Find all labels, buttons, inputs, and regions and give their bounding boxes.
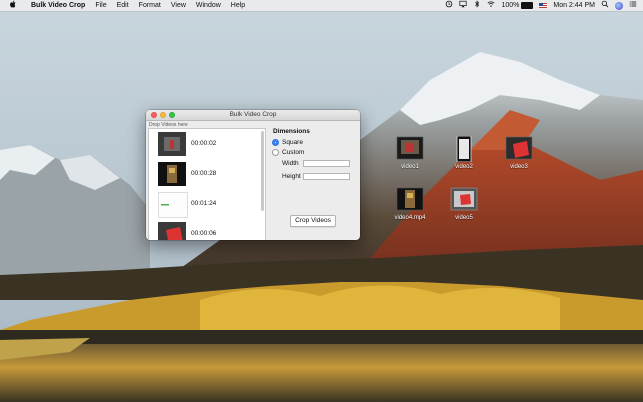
wifi-icon[interactable] xyxy=(487,0,495,12)
file-name: video3 xyxy=(510,164,528,170)
desktop-file-video3[interactable]: video3 xyxy=(497,136,541,170)
video-list-scrollbar[interactable] xyxy=(261,131,264,211)
width-label: Width xyxy=(282,160,299,167)
video-duration: 00:00:28 xyxy=(191,170,217,177)
menu-format[interactable]: Format xyxy=(139,0,161,11)
video-thumbnail xyxy=(158,222,186,240)
desktop-file-video1[interactable]: video1 xyxy=(388,136,432,170)
window-title: Bulk Video Crop xyxy=(229,111,277,118)
desktop-file-video4[interactable]: video4.mp4 xyxy=(388,187,432,221)
file-name: video2 xyxy=(455,164,473,170)
video-list-item[interactable]: 00:00:02 xyxy=(149,129,259,159)
video-thumbnail xyxy=(158,132,186,156)
video-duration: 00:01:24 xyxy=(191,200,217,207)
file-name: video5 xyxy=(455,215,473,221)
video-list-item[interactable]: 00:01:24 xyxy=(149,189,259,219)
siri-icon[interactable] xyxy=(615,1,623,10)
width-field[interactable] xyxy=(303,160,350,167)
menu-help[interactable]: Help xyxy=(231,0,245,11)
video-file-icon xyxy=(396,136,424,162)
airplay-icon[interactable] xyxy=(459,0,468,12)
video-duration: 00:00:06 xyxy=(191,230,217,237)
apple-icon[interactable] xyxy=(8,0,17,11)
desktop-file-video2[interactable]: video2 xyxy=(442,135,486,170)
window-titlebar[interactable]: Bulk Video Crop xyxy=(146,110,360,121)
battery-icon xyxy=(521,2,534,9)
spotlight-search-icon[interactable] xyxy=(601,0,609,12)
battery-percent: 100% xyxy=(501,2,520,9)
file-name: video1 xyxy=(401,164,419,170)
menu-file[interactable]: File xyxy=(95,0,106,11)
video-drop-list[interactable]: 00:00:02 00:00:28 00:01:24 00:00:06 xyxy=(148,128,266,240)
video-list-item[interactable]: 00:00:06 xyxy=(149,219,259,240)
bluetooth-icon[interactable] xyxy=(473,0,481,12)
battery-indicator[interactable]: 100% xyxy=(501,0,534,11)
menu-bar: Bulk Video Crop File Edit Format View Wi… xyxy=(0,0,643,11)
video-thumbnail xyxy=(158,162,186,186)
crop-videos-button[interactable]: Crop Videos xyxy=(290,215,336,227)
file-name: video4.mp4 xyxy=(394,215,426,221)
video-file-icon xyxy=(450,135,478,163)
video-file-icon xyxy=(396,187,424,213)
desktop-file-video5[interactable]: video5 xyxy=(442,187,486,221)
video-file-icon xyxy=(450,187,478,213)
clock[interactable]: Mon 2:44 PM xyxy=(553,0,595,11)
square-radio[interactable] xyxy=(272,139,279,146)
status-area: 100% Mon 2:44 PM xyxy=(439,0,637,11)
bulk-video-crop-window: Bulk Video Crop Drop Videos here 00:00:0… xyxy=(146,110,360,240)
video-thumbnail xyxy=(158,192,188,218)
menu-app[interactable]: Bulk Video Crop xyxy=(31,0,85,11)
height-label: Height xyxy=(282,173,301,180)
video-duration: 00:00:02 xyxy=(191,140,217,147)
input-source-flag-icon[interactable] xyxy=(539,3,548,8)
video-file-icon xyxy=(505,136,533,162)
dimensions-heading: Dimensions xyxy=(273,128,310,135)
menu-view[interactable]: View xyxy=(171,0,186,11)
menu-window[interactable]: Window xyxy=(196,0,221,11)
square-label: Square xyxy=(282,139,303,146)
square-radio-row[interactable]: Square xyxy=(272,139,303,146)
custom-radio[interactable] xyxy=(272,149,279,156)
notification-center-icon[interactable] xyxy=(629,0,637,12)
time-machine-icon[interactable] xyxy=(445,0,453,12)
video-list-item[interactable]: 00:00:28 xyxy=(149,159,259,189)
custom-label: Custom xyxy=(282,149,305,156)
menu-edit[interactable]: Edit xyxy=(117,0,129,11)
custom-radio-row[interactable]: Custom xyxy=(272,149,304,156)
options-panel: Dimensions Square Custom Width Height Cr… xyxy=(270,126,358,236)
height-field[interactable] xyxy=(303,173,350,180)
